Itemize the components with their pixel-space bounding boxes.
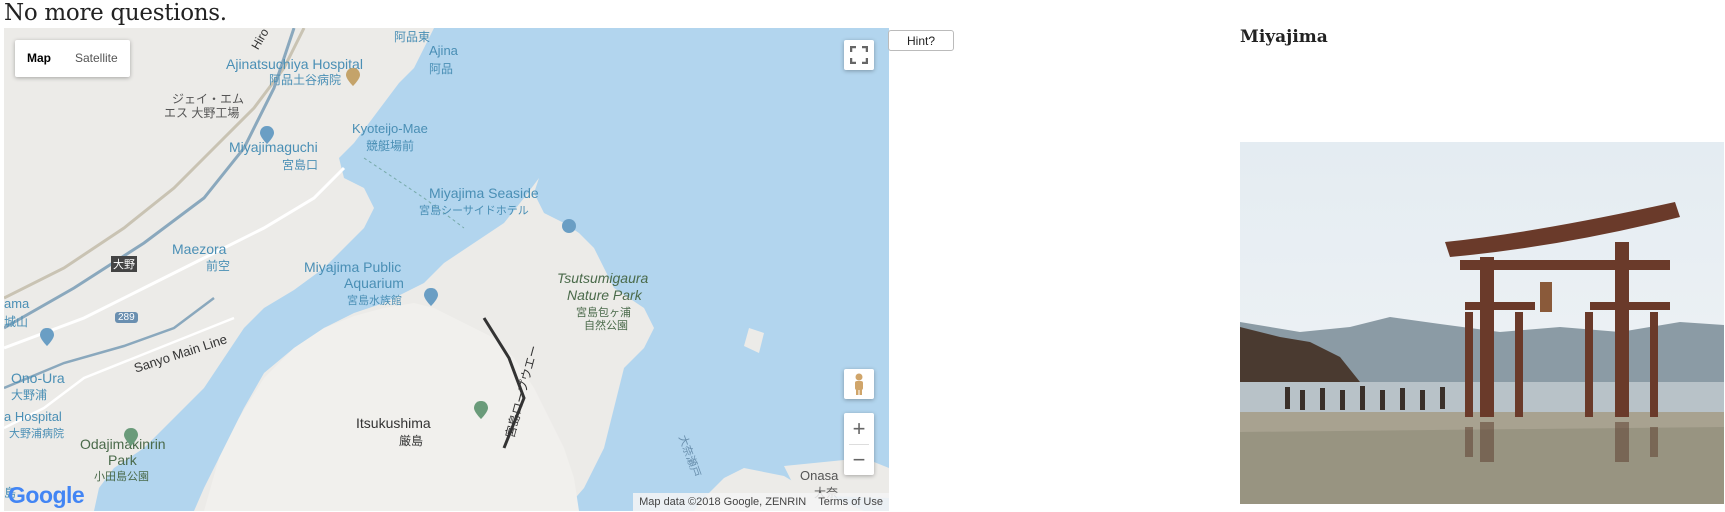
route-shield: 289 <box>115 312 138 323</box>
map-label-odajima-jp: 小田島公園 <box>94 471 149 483</box>
zoom-control[interactable]: + − <box>844 413 874 475</box>
map-label-onasa: Onasa <box>800 468 839 483</box>
map-label-seaside-jp: 宮島シーサイドホテル <box>419 205 529 217</box>
map-attribution-bar: Map data ©2018 Google, ZENRIN Terms of U… <box>633 493 889 511</box>
pegman-icon <box>855 373 863 395</box>
map-label-itsukushima: Itsukushima <box>356 415 431 431</box>
map-type-satellite-button[interactable]: Satellite <box>63 40 130 77</box>
aquarium-pin-icon[interactable] <box>424 288 438 306</box>
google-map[interactable]: Ajinatsuchiya Hospital 阿品土谷病院 Ajina 阿品 阿… <box>4 28 889 511</box>
hospital-pin-icon[interactable] <box>346 68 360 86</box>
map-label-tsutsumi: Tsutsumigaura <box>557 270 649 286</box>
torii-photo-image <box>1240 142 1724 504</box>
map-label-maezora: Maezora <box>172 241 227 257</box>
map-label-seaside: Miyajima Seaside <box>429 185 539 201</box>
place-photo <box>1240 142 1724 504</box>
hint-button[interactable]: Hint? <box>888 30 954 51</box>
map-label-maezora-jp: 前空 <box>206 259 231 273</box>
page-heading: No more questions. <box>4 0 227 26</box>
fullscreen-icon <box>850 46 868 64</box>
map-label-hospital: Ajinatsuchiya Hospital <box>226 56 363 72</box>
map-label-odajima: Odajimakinrin <box>80 436 166 452</box>
map-label-itsukushima-jp: 厳島 <box>399 434 424 448</box>
map-label-ama: ama <box>4 296 30 311</box>
map-label-odajima2: Park <box>108 452 137 468</box>
map-label-hospital-jp: 阿品土谷病院 <box>269 73 342 87</box>
castle-pin-icon[interactable] <box>40 328 54 346</box>
map-type-map-button[interactable]: Map <box>15 40 63 77</box>
map-label-aquarium: Miyajima Public <box>304 259 402 275</box>
map-label-miyajimaguchi-jp: 宮島口 <box>282 158 319 172</box>
map-label-onoura-jp: 大野浦 <box>11 388 48 402</box>
park-pin-icon[interactable] <box>474 401 488 419</box>
zoom-in-button[interactable]: + <box>844 414 874 444</box>
google-logo-text: Google <box>8 482 85 508</box>
map-label-kyoteijo: Kyoteijo-Mae <box>352 121 428 136</box>
zoom-out-button[interactable]: − <box>844 445 874 475</box>
answer-place-name: Miyajima <box>1240 27 1328 47</box>
hospital-pin-icon[interactable] <box>260 126 274 144</box>
map-label-shiro: 城山 <box>4 315 29 329</box>
park-pin-icon[interactable] <box>124 428 138 446</box>
map-label-aquarium2: Aquarium <box>344 275 404 291</box>
fullscreen-button[interactable] <box>844 40 874 70</box>
hotel-pin-icon[interactable] <box>561 218 577 234</box>
map-label-ajina: Ajina <box>429 43 458 58</box>
map-label-hospital2: a Hospital <box>4 409 62 424</box>
map-label-kyoteijo-jp: 競艇場前 <box>366 139 415 153</box>
google-logo[interactable]: Google <box>8 482 85 509</box>
map-attribution: Map data ©2018 Google, ZENRIN <box>639 496 807 508</box>
terms-of-use-link[interactable]: Terms of Use <box>818 493 883 511</box>
map-label-tsutsumi2: Nature Park <box>567 287 642 303</box>
map-label-jei2: エス 大野工場 <box>164 106 240 120</box>
map-label-onoura: Ono-Ura <box>11 370 65 386</box>
map-label-ajina-east-jp: 阿品東 <box>394 30 431 44</box>
street-view-pegman[interactable] <box>844 369 874 399</box>
map-label-ajina-jp: 阿品 <box>429 62 454 76</box>
map-label-aquarium-jp: 宮島水族館 <box>347 295 402 307</box>
map-type-toggle[interactable]: Map Satellite <box>15 40 130 77</box>
station-badge: 大野 <box>111 256 137 272</box>
map-label-tsutsumi-jp2: 自然公園 <box>584 320 628 332</box>
map-label-hospital2-jp: 大野浦病院 <box>9 428 64 440</box>
